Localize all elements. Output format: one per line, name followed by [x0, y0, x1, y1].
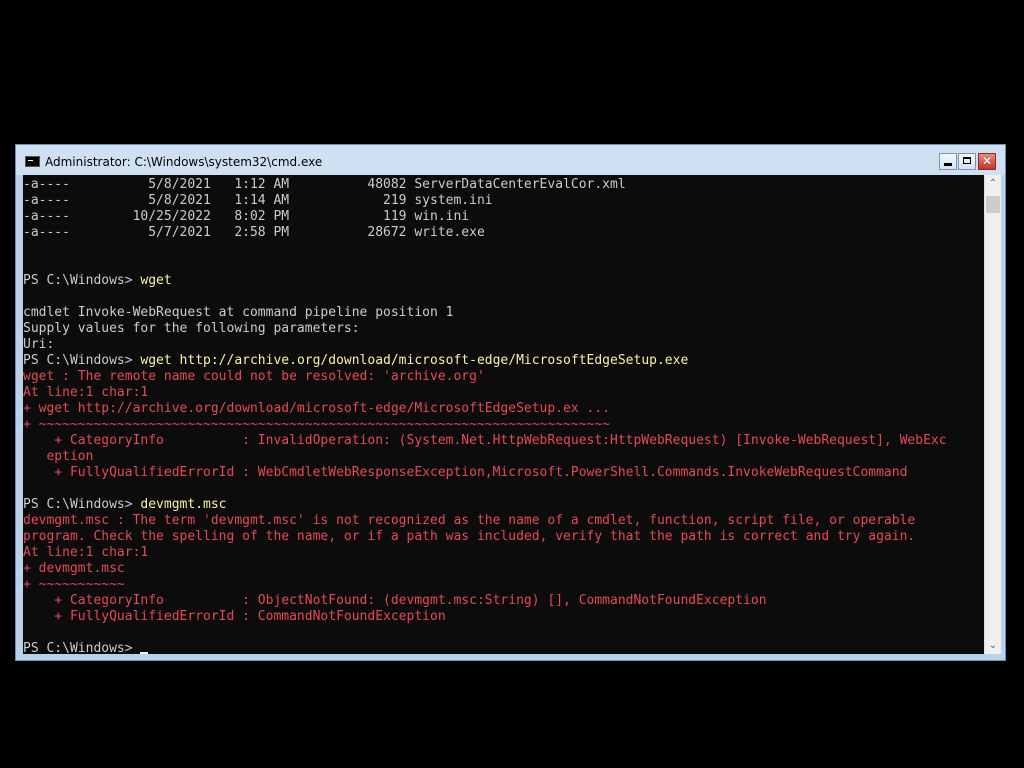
output-line: -a---- 5/8/2021 1:14 AM 219 system.ini [23, 193, 493, 208]
console-lines: -a---- 5/8/2021 1:12 AM 48082 ServerData… [23, 177, 947, 654]
error-line: + ~~~~~~~~~~~ [23, 577, 125, 592]
error-line: devmgmt.msc : The term 'devmgmt.msc' is … [23, 513, 916, 528]
vertical-scrollbar[interactable]: ⌃ ⌄ [984, 175, 1001, 654]
error-line: At line:1 char:1 [23, 545, 149, 560]
command-text: devmgmt.msc [140, 497, 227, 512]
output-line: Supply values for the following paramete… [23, 321, 360, 336]
prompt-text: PS C:\Windows> [23, 353, 141, 368]
output-line: -a---- 5/7/2021 2:58 PM 28672 write.exe [23, 225, 485, 240]
scroll-down-button[interactable]: ⌄ [985, 637, 1001, 654]
chevron-down-icon: ⌄ [988, 640, 998, 651]
cmd-window: Administrator: C:\Windows\system32\cmd.e… [15, 144, 1006, 661]
error-line: wget : The remote name could not be reso… [23, 369, 485, 384]
error-line: + ~~~~~~~~~~~~~~~~~~~~~~~~~~~~~~~~~~~~~~… [23, 417, 610, 432]
command-text: wget [140, 273, 172, 288]
window-title: Administrator: C:\Windows\system32\cmd.e… [45, 155, 323, 169]
close-button[interactable]: ✕ [978, 153, 996, 170]
close-icon: ✕ [981, 154, 993, 168]
maximize-button[interactable] [958, 153, 976, 170]
error-line: + CategoryInfo : InvalidOperation: (Syst… [23, 433, 947, 448]
output-line: Uri: [23, 337, 55, 352]
command-text: wget http://archive.org/download/microso… [140, 353, 689, 368]
error-line: + wget http://archive.org/download/micro… [23, 401, 610, 416]
console-output[interactable]: -a---- 5/8/2021 1:12 AM 48082 ServerData… [23, 175, 984, 654]
output-line: -a---- 10/25/2022 8:02 PM 119 win.ini [23, 209, 470, 224]
prompt-line: PS C:\Windows> [23, 641, 947, 654]
prompt-text: PS C:\Windows> [23, 641, 141, 654]
output-line: -a---- 5/8/2021 1:12 AM 48082 ServerData… [23, 177, 626, 192]
prompt-line: PS C:\Windows> devmgmt.msc [23, 497, 947, 513]
error-line: + devmgmt.msc [23, 561, 125, 576]
error-line: At line:1 char:1 [23, 385, 149, 400]
output-line: cmdlet Invoke-WebRequest at command pipe… [23, 305, 454, 320]
prompt-text: PS C:\Windows> [23, 273, 141, 288]
scroll-up-button[interactable]: ⌃ [985, 175, 1001, 192]
title-bar[interactable]: Administrator: C:\Windows\system32\cmd.e… [16, 145, 1005, 175]
scroll-thumb[interactable] [986, 196, 1000, 213]
prompt-line: PS C:\Windows> wget http://archive.org/d… [23, 353, 947, 369]
chevron-up-icon: ⌃ [988, 178, 998, 189]
prompt-line: PS C:\Windows> wget [23, 273, 947, 289]
cmd-app-icon[interactable] [25, 156, 40, 167]
minimize-button[interactable] [939, 153, 957, 170]
text-cursor [140, 652, 149, 654]
error-line: program. Check the spelling of the name,… [23, 529, 916, 544]
prompt-text: PS C:\Windows> [23, 497, 141, 512]
error-line: + CategoryInfo : ObjectNotFound: (devmgm… [23, 593, 767, 608]
error-line: + FullyQualifiedErrorId : WebCmdletWebRe… [23, 465, 908, 480]
error-line: + FullyQualifiedErrorId : CommandNotFoun… [23, 609, 446, 624]
error-line: eption [23, 449, 94, 464]
